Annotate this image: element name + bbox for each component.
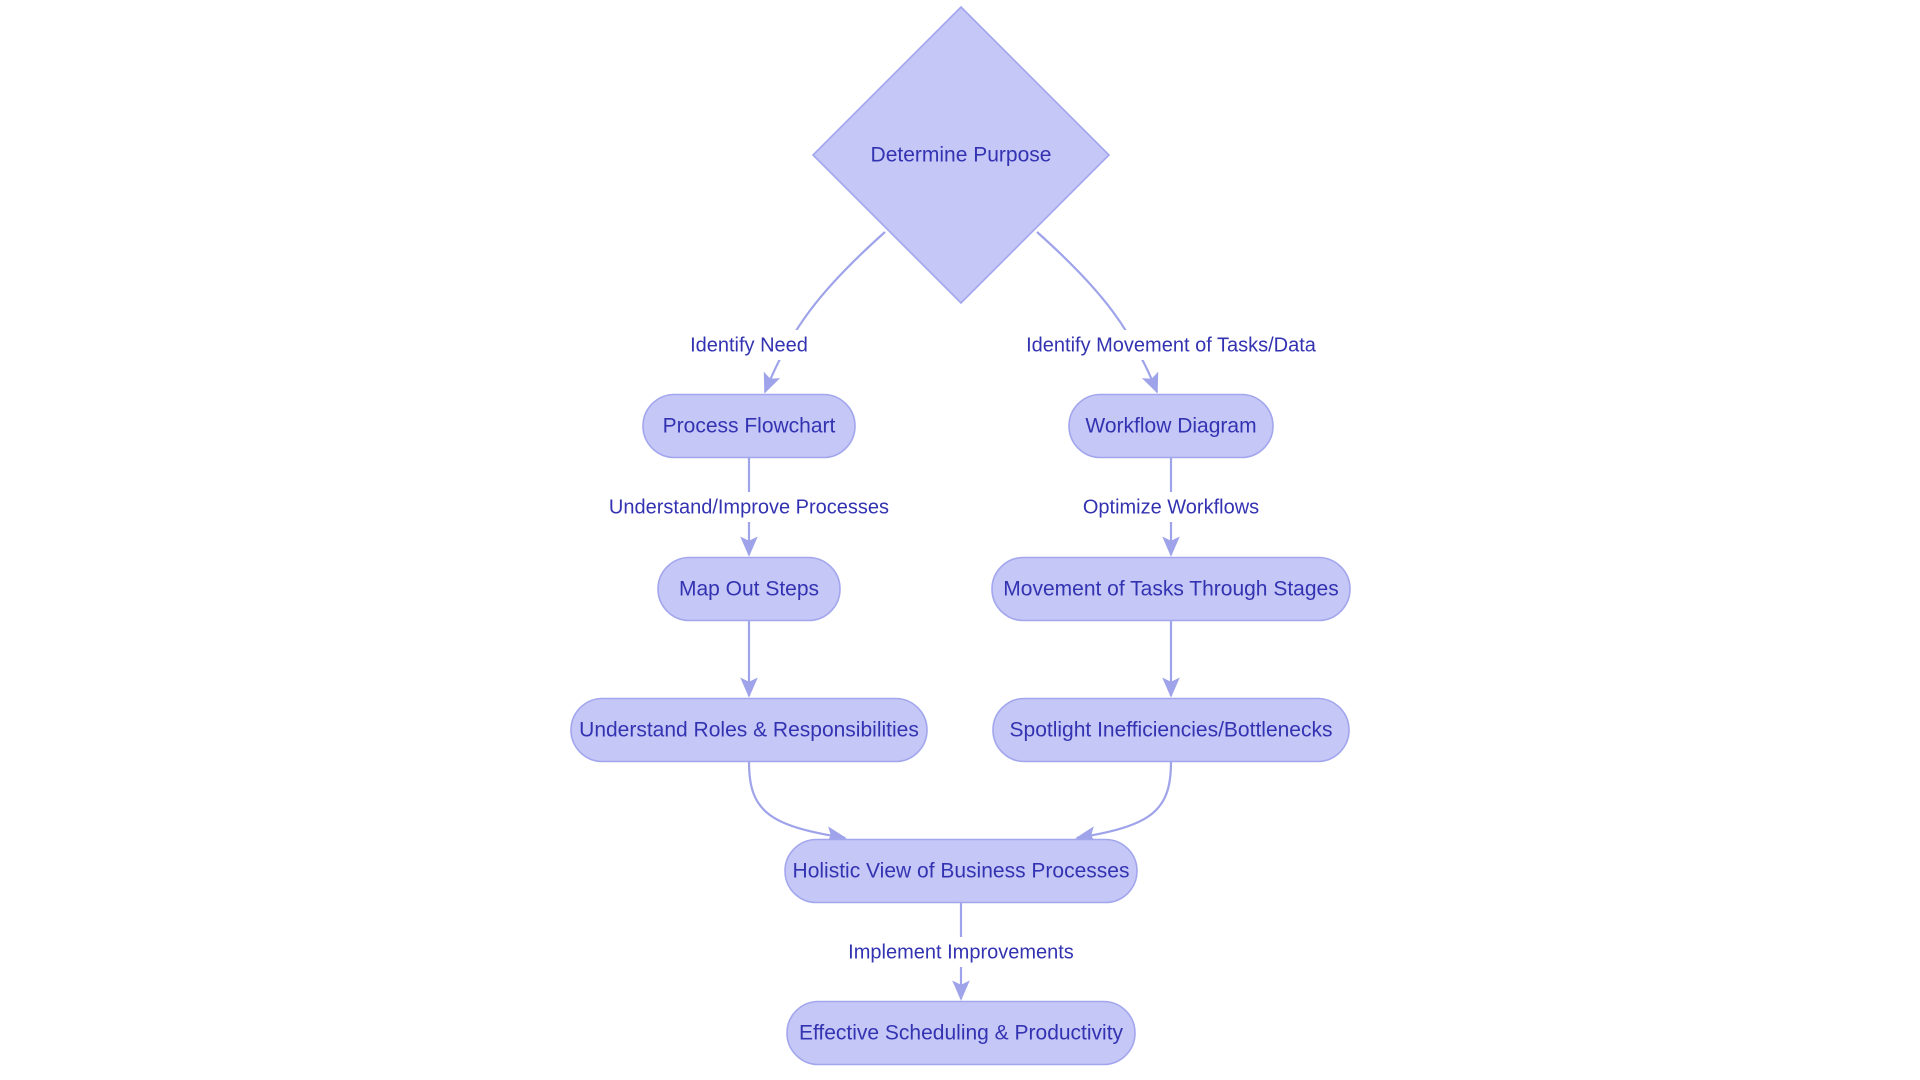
node-process-flowchart[interactable]: Process Flowchart xyxy=(642,393,856,459)
edge-label-edge-identify-need: Identify Need xyxy=(679,330,819,360)
node-label-movement-of-tasks-through-stages: Movement of Tasks Through Stages xyxy=(1003,578,1338,601)
edge-determine-purpose-to-workflow-diagram xyxy=(1036,231,1159,394)
node-understand-roles-responsibilities[interactable]: Understand Roles & Responsibilities xyxy=(570,697,928,763)
node-label-determine-purpose: Determine Purpose xyxy=(871,144,1052,167)
edge-label-edge-understand-improve: Understand/Improve Processes xyxy=(607,492,891,522)
edge-label-edge-optimize-workflows: Optimize Workflows xyxy=(1077,492,1265,522)
node-effective-scheduling-productivity[interactable]: Effective Scheduling & Productivity xyxy=(786,1000,1136,1066)
node-label-holistic-view-of-business-processes: Holistic View of Business Processes xyxy=(793,860,1130,883)
edge-label-text: Understand/Improve Processes xyxy=(609,496,889,518)
node-movement-of-tasks-through-stages[interactable]: Movement of Tasks Through Stages xyxy=(991,556,1351,622)
node-workflow-diagram[interactable]: Workflow Diagram xyxy=(1068,393,1274,459)
edge-label-text: Implement Improvements xyxy=(848,941,1074,963)
edge-label-edge-implement-improvements: Implement Improvements xyxy=(848,937,1074,967)
node-spotlight-inefficiencies-bottlenecks[interactable]: Spotlight Inefficiencies/Bottlenecks xyxy=(992,697,1350,763)
node-label-workflow-diagram: Workflow Diagram xyxy=(1085,415,1256,438)
node-holistic-view-of-business-processes[interactable]: Holistic View of Business Processes xyxy=(784,838,1138,904)
flowchart-diagram: Determine Purpose Process Flowchart Workfl… xyxy=(570,5,1351,1066)
edge-label-text: Identify Movement of Tasks/Data xyxy=(1026,334,1317,356)
edge-understand-roles-responsibilities-to-holistic-view-of-business-processes xyxy=(747,761,847,844)
node-label-spotlight-inefficiencies-bottlenecks: Spotlight Inefficiencies/Bottlenecks xyxy=(1010,719,1333,742)
edge-label-text: Identify Need xyxy=(690,334,808,356)
edge-label-edge-identify-movement: Identify Movement of Tasks/Data xyxy=(1015,330,1327,360)
edge-label-text: Optimize Workflows xyxy=(1083,496,1259,518)
node-label-understand-roles-responsibilities: Understand Roles & Responsibilities xyxy=(579,719,919,742)
node-label-map-out-steps: Map Out Steps xyxy=(679,578,819,601)
edge-determine-purpose-to-process-flowchart xyxy=(763,231,886,394)
flowchart-canvas: Determine Purpose Process Flowchart Workfl… xyxy=(0,0,1920,1080)
node-map-out-steps[interactable]: Map Out Steps xyxy=(657,556,841,622)
node-label-process-flowchart: Process Flowchart xyxy=(663,415,836,438)
edge-spotlight-inefficiencies-bottlenecks-to-holistic-view-of-business-processes xyxy=(1075,761,1173,844)
node-label-effective-scheduling-productivity: Effective Scheduling & Productivity xyxy=(799,1022,1124,1045)
